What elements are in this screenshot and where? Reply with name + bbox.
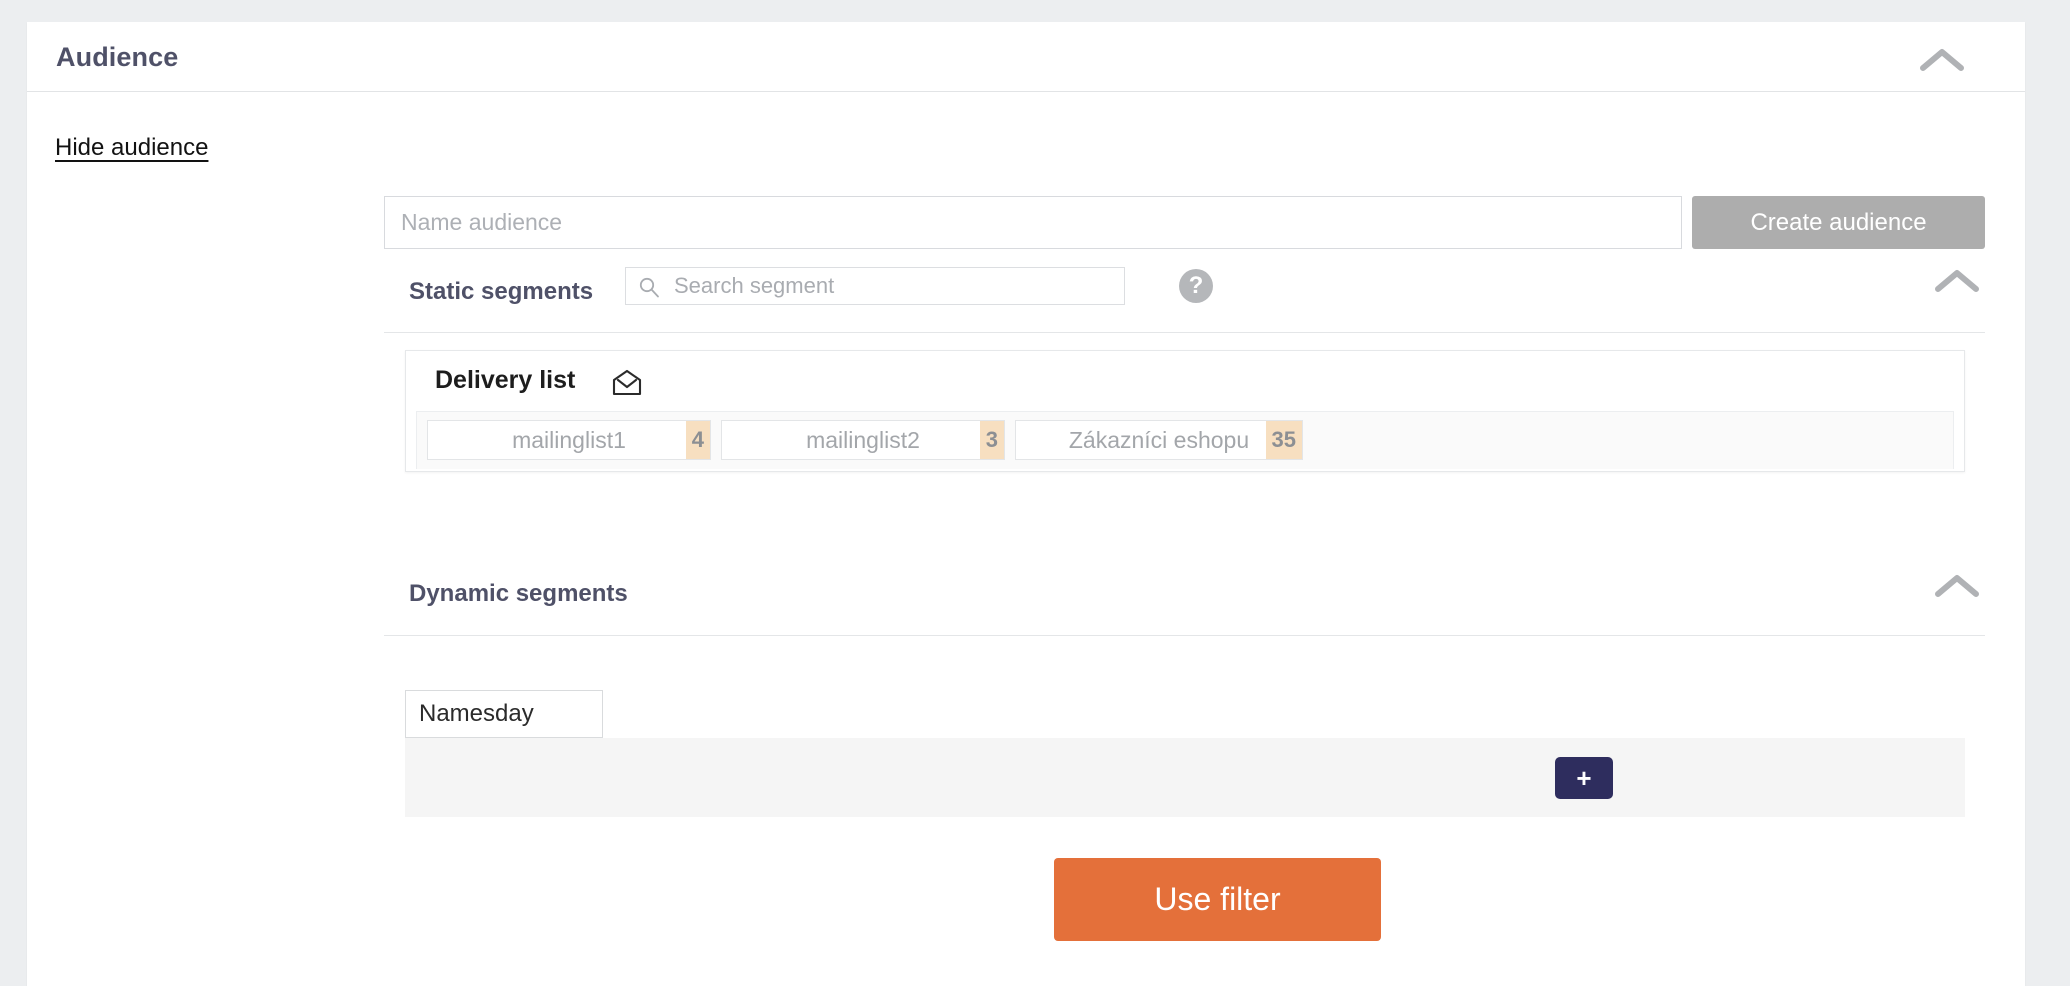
- static-segments-row: Static segments ?: [384, 267, 1985, 333]
- name-audience-input[interactable]: [384, 196, 1682, 249]
- dynamic-segments-tabstrip: Namesday: [405, 690, 1965, 738]
- dynamic-filter-panel: +: [405, 738, 1965, 817]
- segment-chip[interactable]: Zákazníci eshopu 35: [1015, 420, 1303, 460]
- delivery-list-chip-panel: mailinglist1 4 mailinglist2 3 Zákazníci …: [416, 411, 1954, 469]
- envelope-open-icon: [611, 369, 643, 397]
- segment-chip-count: 3: [979, 421, 1004, 459]
- collapse-static-segments-chevron-up-icon[interactable]: [1934, 267, 1980, 295]
- tab-namesday[interactable]: Namesday: [405, 690, 603, 738]
- question-mark-icon[interactable]: ?: [1179, 269, 1213, 303]
- dynamic-segments-label: Dynamic segments: [409, 580, 628, 607]
- add-filter-plus-icon[interactable]: +: [1555, 757, 1613, 799]
- dynamic-segments-row: Dynamic segments: [384, 572, 1985, 636]
- delivery-list-chips: mailinglist1 4 mailinglist2 3 Zákazníci …: [427, 420, 1303, 460]
- segment-chip-count: 35: [1265, 421, 1302, 459]
- create-audience-button[interactable]: Create audience: [1692, 196, 1985, 249]
- segment-chip[interactable]: mailinglist2 3: [721, 420, 1005, 460]
- create-audience-row: Create audience: [384, 196, 1985, 249]
- audience-card: Audience Hide audience Create audience S…: [27, 22, 2025, 986]
- static-segments-label: Static segments: [409, 278, 594, 305]
- segment-chip-label: mailinglist1: [512, 426, 626, 453]
- collapse-audience-chevron-up-icon[interactable]: [1919, 46, 1965, 74]
- tab-namesday-label: Namesday: [419, 700, 534, 727]
- search-segment-input[interactable]: [672, 268, 1112, 304]
- page-title: Audience: [56, 42, 179, 72]
- audience-body: Create audience Static segments ?: [27, 92, 2025, 986]
- search-icon: [638, 276, 660, 298]
- segment-chip[interactable]: mailinglist1 4: [427, 420, 711, 460]
- delivery-list-title: Delivery list: [435, 366, 576, 394]
- audience-card-header: Audience: [27, 22, 2025, 92]
- collapse-dynamic-segments-chevron-up-icon[interactable]: [1934, 572, 1980, 600]
- use-filter-button[interactable]: Use filter: [1054, 858, 1381, 941]
- search-segment-field[interactable]: [625, 267, 1125, 305]
- segment-chip-label: Zákazníci eshopu: [1068, 426, 1250, 453]
- page-root: Audience Hide audience Create audience S…: [0, 0, 2070, 986]
- delivery-list-card: Delivery list mailinglist1 4 mailinglist…: [405, 350, 1965, 472]
- segment-chip-count: 4: [685, 421, 710, 459]
- segment-chip-label: mailinglist2: [806, 426, 920, 453]
